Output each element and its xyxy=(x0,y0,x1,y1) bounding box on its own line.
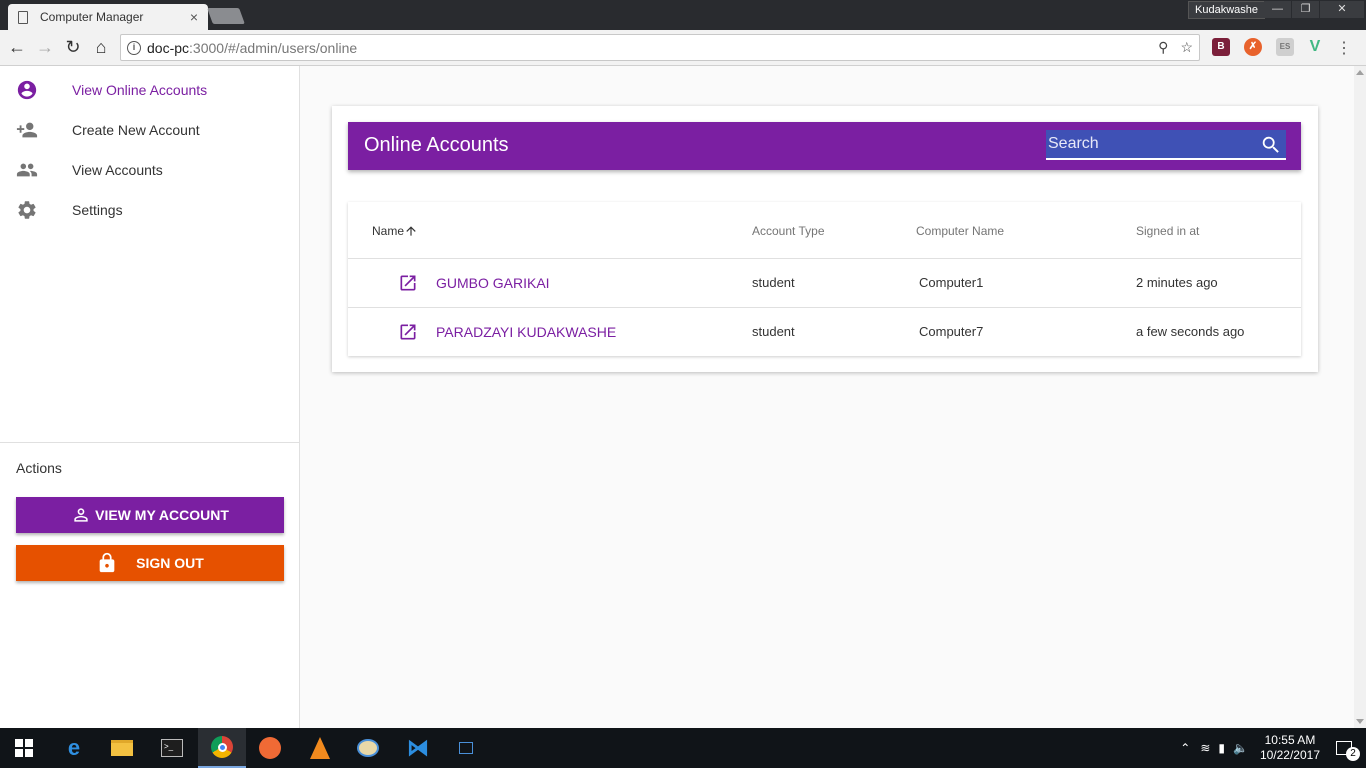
clock-time: 10:55 AM xyxy=(1264,733,1316,747)
forward-button[interactable]: → xyxy=(34,36,56,58)
column-header-computer-name[interactable]: Computer Name xyxy=(916,224,1004,238)
vue-devtools-icon[interactable]: V xyxy=(1306,38,1324,56)
sidebar-item-label: View Online Accounts xyxy=(72,82,208,98)
signed-in-cell: 2 minutes ago xyxy=(1136,275,1218,290)
view-my-account-label: VIEW MY ACCOUNT xyxy=(95,507,229,523)
sidebar: View Online Accounts Create New Account … xyxy=(0,66,300,728)
es-extension-icon[interactable]: ES xyxy=(1276,38,1294,56)
browser-tab[interactable]: Computer Manager × xyxy=(8,4,208,30)
chrome-menu-icon[interactable]: ⋮ xyxy=(1336,38,1352,58)
arrow-up-icon xyxy=(406,226,416,236)
windows-taskbar: e >_ ⧒ ⌃ ≋ ▮ 🔈 10:55 AM 10/22/2017 2 xyxy=(0,728,1366,768)
scroll-down-icon[interactable] xyxy=(1356,719,1364,724)
open-in-new-icon[interactable] xyxy=(398,322,418,342)
open-in-new-icon[interactable] xyxy=(398,273,418,293)
orange-extension-icon[interactable]: ✗ xyxy=(1244,38,1262,56)
table-row: GUMBO GARIKAI student Computer1 2 minute… xyxy=(348,258,1301,307)
reload-button[interactable]: ↻ xyxy=(62,36,84,58)
card-title: Online Accounts xyxy=(364,134,509,156)
address-bar[interactable]: i doc-pc:3000/#/admin/users/online ⚲ ☆ xyxy=(120,34,1200,61)
battery-icon[interactable]: ▮ xyxy=(1218,741,1225,755)
tab-close-icon[interactable]: × xyxy=(190,9,198,25)
url-host: doc-pc xyxy=(147,39,190,56)
bookmark-star-icon[interactable]: ☆ xyxy=(1180,39,1193,56)
vscode-taskbar-icon[interactable]: ⧒ xyxy=(394,728,442,768)
file-explorer-taskbar-icon[interactable] xyxy=(98,728,146,768)
minimize-button[interactable]: — xyxy=(1264,1,1291,18)
paint-taskbar-icon[interactable] xyxy=(344,728,392,768)
sidebar-item-view-online-accounts[interactable]: View Online Accounts xyxy=(0,70,300,110)
search-icon[interactable] xyxy=(1260,134,1282,156)
sidebar-item-settings[interactable]: Settings xyxy=(0,190,300,230)
account-type-cell: student xyxy=(752,275,795,290)
tab-title: Computer Manager xyxy=(40,10,144,24)
volume-icon[interactable]: 🔈 xyxy=(1233,741,1248,755)
sidebar-divider xyxy=(0,442,300,443)
back-button[interactable]: ← xyxy=(6,36,28,58)
gear-icon xyxy=(18,201,36,219)
notification-center-icon[interactable]: 2 xyxy=(1336,741,1360,761)
card-header: Online Accounts xyxy=(348,122,1301,170)
terminal-taskbar-icon[interactable]: >_ xyxy=(148,728,196,768)
page-scrollbar[interactable] xyxy=(1354,66,1366,728)
actions-heading: Actions xyxy=(16,460,62,476)
column-header-name[interactable]: Name xyxy=(372,224,418,238)
vlc-taskbar-icon[interactable] xyxy=(296,728,344,768)
main-content: Online Accounts Name Account Type Comput… xyxy=(301,66,1354,728)
sidebar-item-create-new-account[interactable]: Create New Account xyxy=(0,110,300,150)
scroll-up-icon[interactable] xyxy=(1356,70,1364,75)
edge-taskbar-icon[interactable]: e xyxy=(50,728,98,768)
windows-logo-icon xyxy=(15,739,33,757)
account-name-link[interactable]: GUMBO GARIKAI xyxy=(436,275,550,291)
lock-icon xyxy=(99,552,115,573)
close-window-button[interactable]: ✕ xyxy=(1320,1,1364,18)
sidebar-item-view-accounts[interactable]: View Accounts xyxy=(0,150,300,190)
account-name-link[interactable]: PARADZAYI KUDAKWASHE xyxy=(436,324,616,340)
window-controls: — ❐ ✕ xyxy=(1263,1,1364,18)
computer-name-cell: Computer7 xyxy=(919,324,984,339)
info-icon[interactable]: i xyxy=(127,40,141,55)
person-add-icon xyxy=(16,122,38,138)
view-my-account-button[interactable]: VIEW MY ACCOUNT xyxy=(16,497,284,533)
sign-out-button[interactable]: SIGN OUT xyxy=(16,545,284,581)
account-type-cell: student xyxy=(752,324,795,339)
notification-count: 2 xyxy=(1346,747,1360,761)
column-header-signed-in-at[interactable]: Signed in at xyxy=(1136,224,1199,238)
system-tray: ⌃ ≋ ▮ 🔈 10:55 AM 10/22/2017 2 xyxy=(1180,728,1366,768)
wifi-icon[interactable]: ≋ xyxy=(1200,741,1210,755)
table-row: PARADZAYI KUDAKWASHE student Computer7 a… xyxy=(348,307,1301,356)
chevron-up-icon[interactable]: ⌃ xyxy=(1180,741,1190,755)
home-button[interactable]: ⌂ xyxy=(90,36,112,58)
accounts-table: Name Account Type Computer Name Signed i… xyxy=(348,202,1301,356)
column-header-account-type[interactable]: Account Type xyxy=(752,224,825,238)
signed-in-cell: a few seconds ago xyxy=(1136,324,1245,339)
account-circle-icon xyxy=(17,80,37,100)
online-accounts-card: Online Accounts Name Account Type Comput… xyxy=(332,106,1318,372)
chrome-taskbar-icon[interactable] xyxy=(198,728,246,768)
sidebar-item-label: Settings xyxy=(72,202,123,218)
document-icon xyxy=(18,10,28,24)
search-box[interactable] xyxy=(1046,130,1286,160)
sidebar-item-label: Create New Account xyxy=(72,122,200,138)
browser-titlebar: Computer Manager × Kudakwashe — ❐ ✕ xyxy=(0,0,1366,30)
b-extension-icon[interactable]: B xyxy=(1212,38,1230,56)
browser-toolbar: ← → ↻ ⌂ i doc-pc:3000/#/admin/users/onli… xyxy=(0,30,1366,66)
person-outline-icon xyxy=(74,508,88,522)
start-button[interactable] xyxy=(0,728,48,768)
clock[interactable]: 10:55 AM 10/22/2017 xyxy=(1260,733,1320,763)
app-taskbar-icon[interactable] xyxy=(246,728,294,768)
app2-taskbar-icon[interactable] xyxy=(442,728,490,768)
people-icon xyxy=(16,163,38,177)
search-input[interactable] xyxy=(1048,130,1248,158)
sidebar-item-label: View Accounts xyxy=(72,162,163,178)
clock-date: 10/22/2017 xyxy=(1259,748,1320,762)
sign-out-label: SIGN OUT xyxy=(136,555,204,571)
key-icon[interactable]: ⚲ xyxy=(1158,39,1168,56)
maximize-button[interactable]: ❐ xyxy=(1292,1,1319,18)
url-path: :3000/#/admin/users/online xyxy=(189,39,358,56)
profile-button[interactable]: Kudakwashe xyxy=(1188,1,1265,19)
new-tab-button[interactable] xyxy=(207,8,245,24)
computer-name-cell: Computer1 xyxy=(919,275,984,290)
